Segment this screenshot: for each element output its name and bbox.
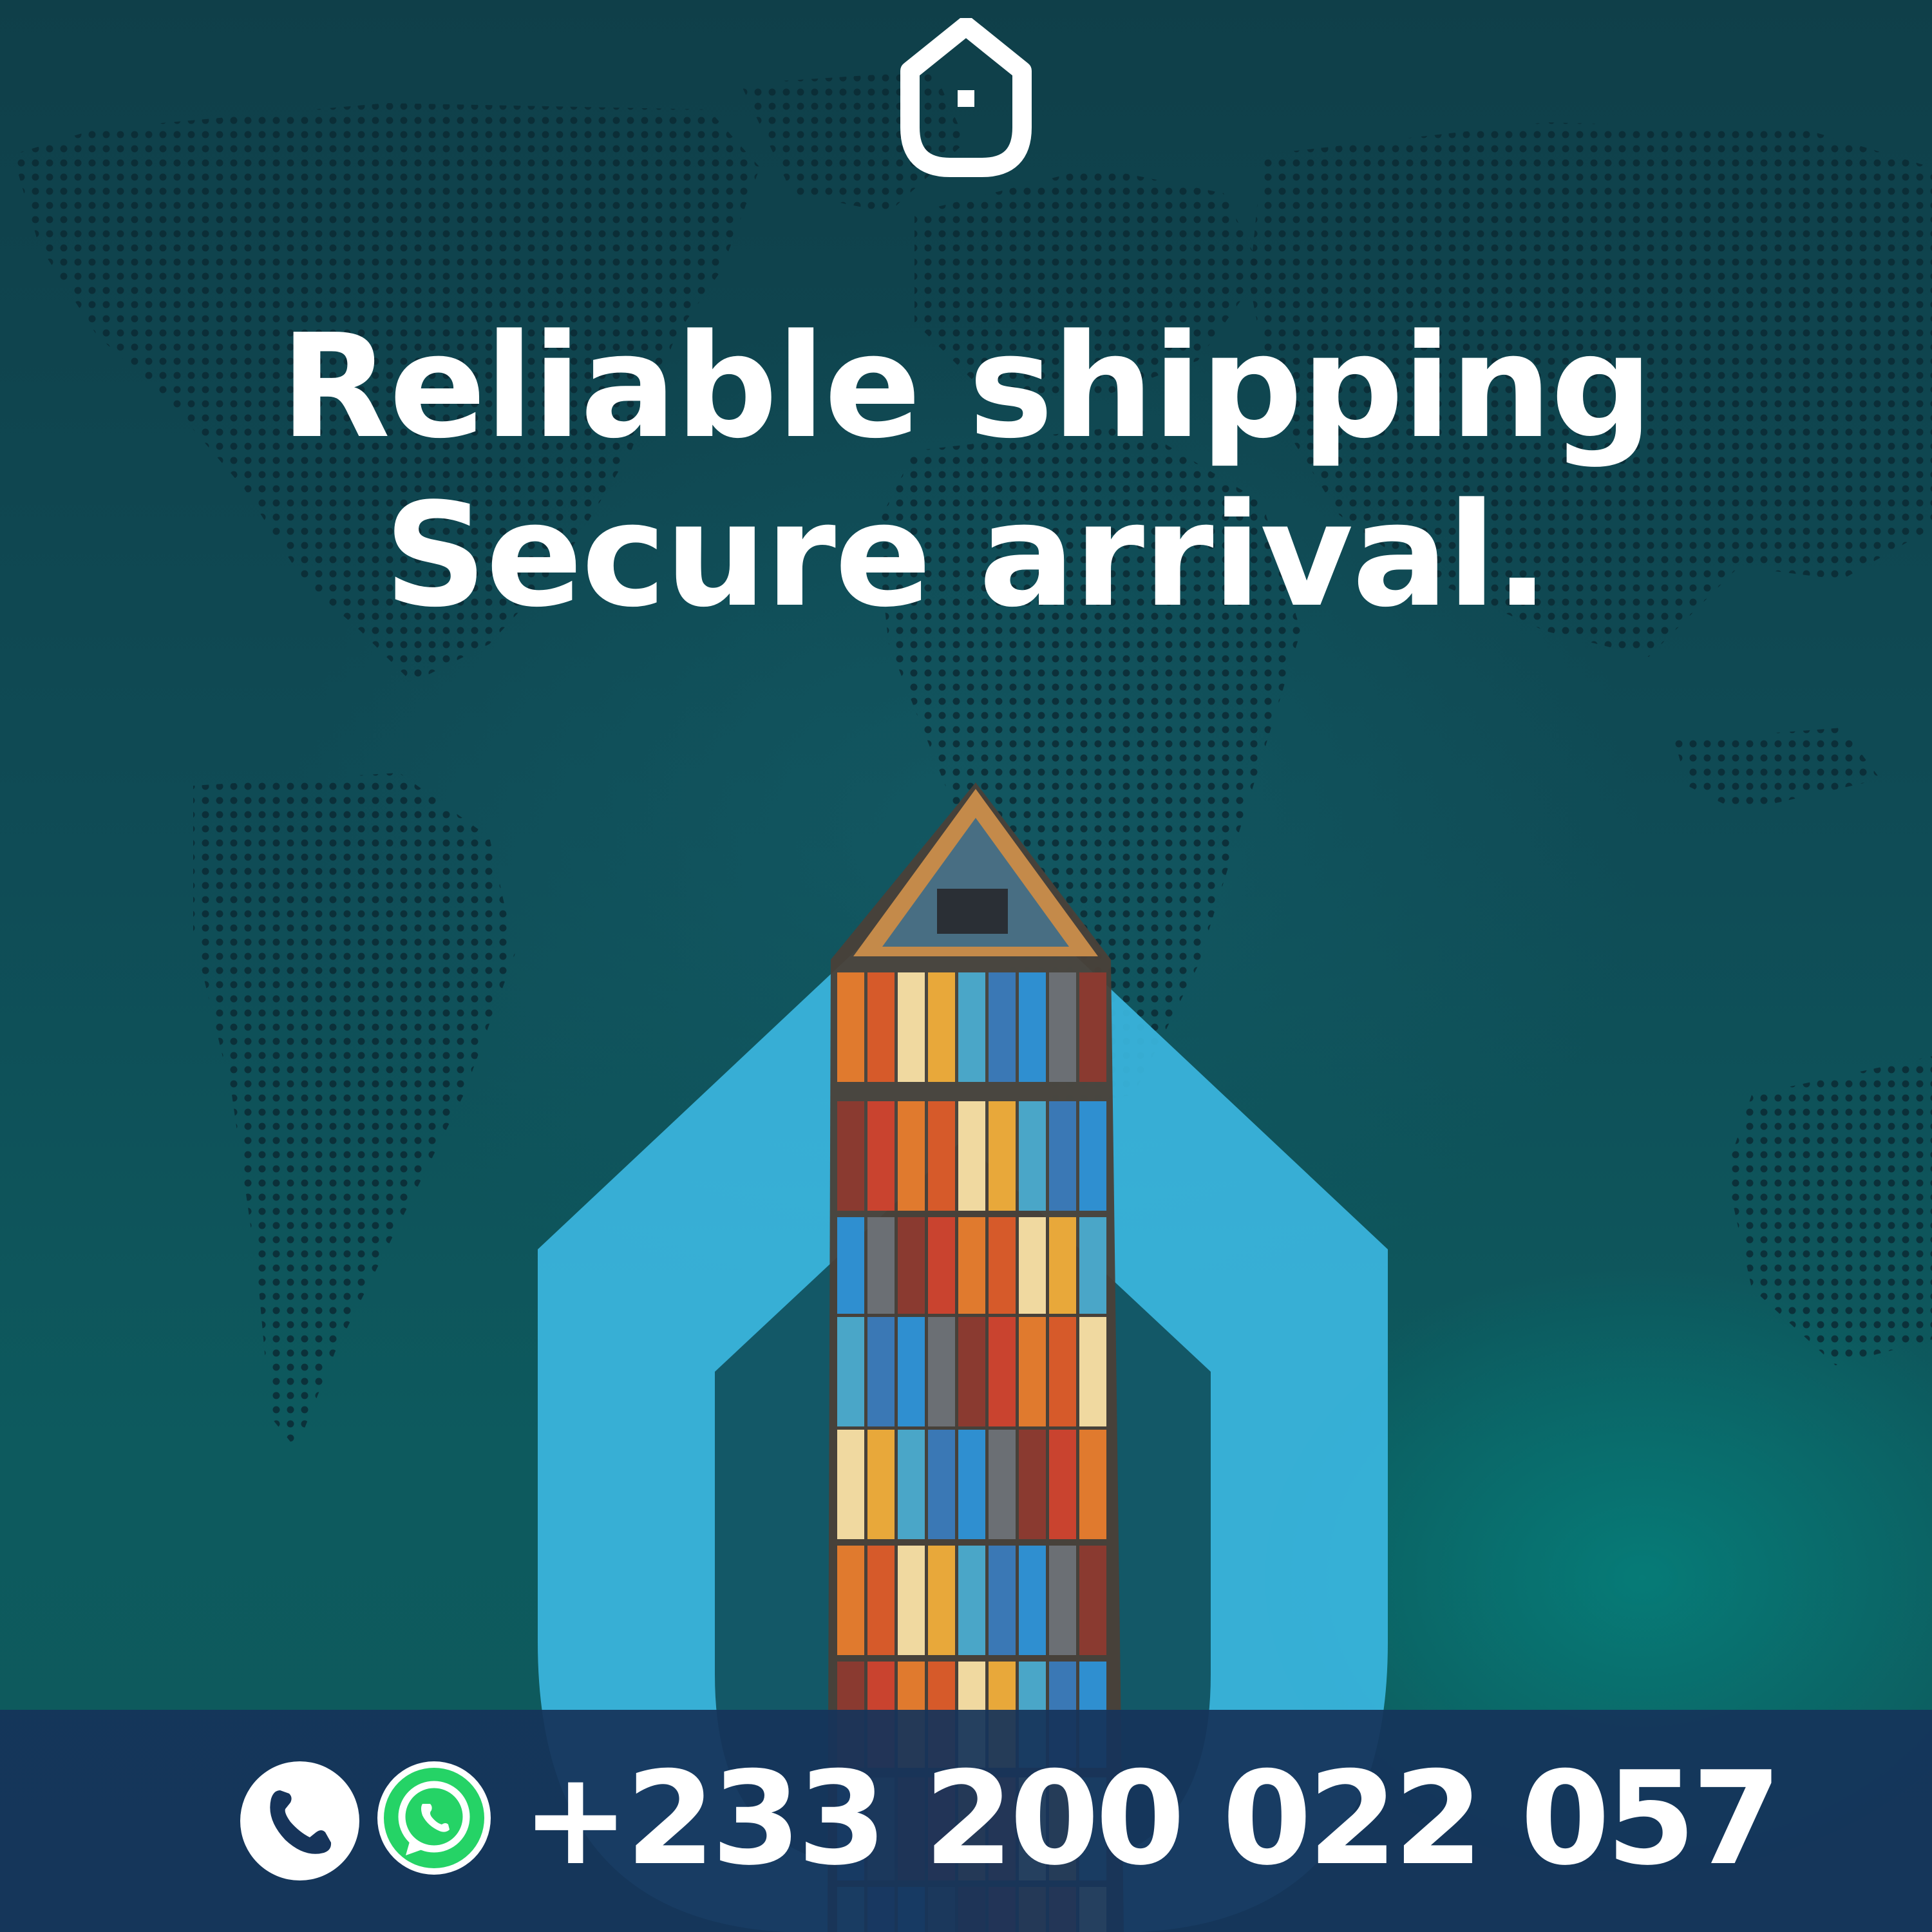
shipping-container	[1079, 972, 1106, 1082]
shipping-container	[1019, 1546, 1046, 1655]
shipping-container	[958, 1217, 985, 1314]
shipping-container	[958, 972, 985, 1082]
shipping-container	[837, 1546, 864, 1655]
shipping-container	[1049, 1430, 1076, 1539]
shipping-container	[1079, 1430, 1106, 1539]
shipping-container	[989, 972, 1016, 1082]
shipping-container	[837, 1430, 864, 1539]
shipping-container	[867, 1430, 895, 1539]
whatsapp-icon[interactable]	[377, 1761, 491, 1875]
shipping-container	[958, 1317, 985, 1426]
shipping-container	[928, 1101, 955, 1211]
shipping-container	[989, 1430, 1016, 1539]
shipping-container	[1049, 1546, 1076, 1655]
shipping-container	[1019, 1430, 1046, 1539]
house-shield-logo-icon	[900, 18, 1032, 177]
shipping-container	[928, 972, 955, 1082]
shipping-container	[989, 1546, 1016, 1655]
promo-poster: Reliable shipping Secure arrival. +233 2…	[0, 0, 1932, 1932]
phone-number[interactable]: +233 200 022 057	[522, 1745, 1781, 1893]
shipping-container	[1019, 1317, 1046, 1426]
shipping-container	[1079, 1546, 1106, 1655]
shipping-container	[837, 1217, 864, 1314]
shipping-container	[1079, 1101, 1106, 1211]
shipping-container	[1049, 1317, 1076, 1426]
shipping-container	[837, 972, 864, 1082]
shipping-container	[1019, 1217, 1046, 1314]
shipping-container	[837, 1101, 864, 1211]
shipping-container	[867, 1101, 895, 1211]
shipping-container	[837, 1317, 864, 1426]
shipping-container	[898, 972, 925, 1082]
shipping-container	[1019, 972, 1046, 1082]
shipping-container	[898, 1101, 925, 1211]
shipping-container	[898, 1317, 925, 1426]
headline: Reliable shipping Secure arrival.	[0, 303, 1932, 640]
shipping-container	[928, 1430, 955, 1539]
shipping-container	[989, 1317, 1016, 1426]
shipping-container	[958, 1546, 985, 1655]
shipping-container	[1079, 1217, 1106, 1314]
shipping-container	[989, 1217, 1016, 1314]
shipping-container	[898, 1217, 925, 1314]
shipping-container	[1049, 1217, 1076, 1314]
phone-icon[interactable]	[240, 1761, 359, 1880]
shipping-container	[928, 1217, 955, 1314]
shipping-container	[898, 1546, 925, 1655]
shipping-container	[1019, 1101, 1046, 1211]
shipping-container	[1079, 1317, 1106, 1426]
shipping-container	[989, 1101, 1016, 1211]
shipping-container	[867, 972, 895, 1082]
shipping-container	[867, 1317, 895, 1426]
container-ship	[828, 782, 1124, 1932]
shipping-container	[958, 1101, 985, 1211]
shipping-container	[867, 1546, 895, 1655]
shipping-container	[867, 1217, 895, 1314]
shipping-container	[928, 1546, 955, 1655]
shipping-container	[958, 1430, 985, 1539]
shipping-container	[1049, 972, 1076, 1082]
headline-line-2: Secure arrival.	[384, 473, 1549, 639]
shipping-container	[898, 1430, 925, 1539]
headline-line-1: Reliable shipping	[280, 304, 1653, 470]
shipping-container	[928, 1317, 955, 1426]
shipping-container	[1049, 1101, 1076, 1211]
